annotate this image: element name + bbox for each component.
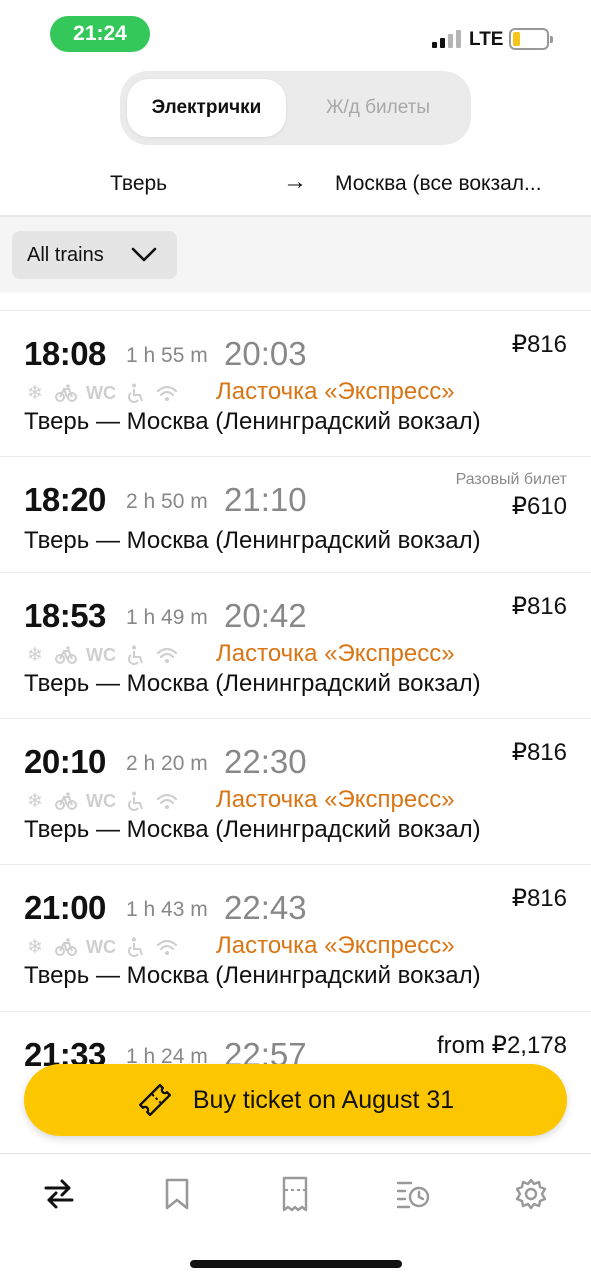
- history-icon: [396, 1181, 430, 1209]
- train-row[interactable]: 20:10 2 h 20 m 22:30 ₽816 ❄ WC Ласточка …: [0, 719, 591, 865]
- wifi-icon: [156, 936, 178, 958]
- toilet-icon: WC: [86, 382, 116, 403]
- amenities: ❄ WC: [24, 789, 187, 813]
- mode-segmented-control: Электрички Ж/д билеты: [120, 71, 471, 145]
- bicycle-icon: [55, 936, 77, 958]
- train-brand: Ласточка «Экспресс»: [216, 640, 455, 667]
- wheelchair-icon: [125, 936, 147, 958]
- wheelchair-icon: [125, 790, 147, 812]
- trip-duration: 1 h 43 m: [126, 898, 208, 921]
- ticket-price: ₽816: [511, 885, 567, 912]
- toilet-icon: WC: [86, 790, 116, 811]
- tab-history[interactable]: [393, 1174, 433, 1214]
- train-row[interactable]: 21:00 1 h 43 m 22:43 ₽816 ❄ WC Ласточка …: [0, 865, 591, 1012]
- train-route: Тверь — Москва (Ленинградский вокзал): [24, 408, 481, 435]
- bicycle-icon: [55, 644, 77, 666]
- status-bar: 21:24 LTE: [0, 0, 591, 64]
- ticket-price: ₽816: [511, 593, 567, 620]
- tab-bookmarks[interactable]: [157, 1174, 197, 1214]
- trip-duration: 2 h 50 m: [126, 490, 208, 513]
- trip-duration: 1 h 49 m: [126, 606, 208, 629]
- status-time: 21:24: [50, 16, 150, 52]
- buy-ticket-button[interactable]: Buy ticket on August 31: [24, 1064, 567, 1136]
- home-indicator: [190, 1260, 402, 1268]
- ticket-type-note: Разовый билет: [455, 471, 567, 488]
- swap-arrow-icon[interactable]: →: [283, 168, 307, 196]
- arrival-time: 20:42: [224, 597, 307, 634]
- departure-time: 18:20: [24, 481, 106, 518]
- train-route: Тверь — Москва (Ленинградский вокзал): [24, 670, 481, 697]
- settings-icon: [515, 1178, 547, 1210]
- toilet-icon: WC: [86, 936, 116, 957]
- arrival-time: 22:30: [224, 743, 307, 780]
- tab-railway-tickets[interactable]: Ж/д билеты: [292, 79, 464, 137]
- amenities: ❄ WC: [24, 381, 187, 405]
- arrival-time: 21:10: [224, 481, 307, 518]
- departure-time: 21:00: [24, 889, 106, 926]
- amenities: ❄ WC: [24, 935, 187, 959]
- ticket-price: ₽816: [511, 739, 567, 766]
- ticket-icon: [282, 1176, 308, 1212]
- train-row[interactable]: 18:53 1 h 49 m 20:42 ₽816 ❄ WC Ласточка …: [0, 573, 591, 719]
- arrival-time: 20:03: [224, 335, 307, 372]
- bicycle-icon: [55, 790, 77, 812]
- filter-bar: All trains: [0, 217, 591, 293]
- tab-suburban-trains[interactable]: Электрички: [127, 79, 286, 137]
- amenities: ❄ WC: [24, 643, 187, 667]
- routes-icon: [44, 1179, 74, 1209]
- bicycle-icon: [55, 382, 77, 404]
- trip-duration: 1 h 55 m: [126, 344, 208, 367]
- train-route: Тверь — Москва (Ленинградский вокзал): [24, 816, 481, 843]
- wheelchair-icon: [125, 644, 147, 666]
- departure-time: 18:53: [24, 597, 106, 634]
- snowflake-icon: ❄: [27, 644, 43, 666]
- chevron-down-icon: [131, 247, 157, 262]
- wifi-icon: [156, 382, 178, 404]
- snowflake-icon: ❄: [27, 382, 43, 404]
- battery-icon: [509, 28, 553, 50]
- train-row[interactable]: 18:20 2 h 50 m 21:10 Разовый билет ₽610 …: [0, 457, 591, 573]
- snowflake-icon: ❄: [27, 790, 43, 812]
- train-brand: Ласточка «Экспресс»: [216, 378, 455, 405]
- tab-settings[interactable]: [511, 1174, 551, 1214]
- departure-time: 18:08: [24, 335, 106, 372]
- wifi-icon: [156, 644, 178, 666]
- train-row[interactable]: 18:08 1 h 55 m 20:03 ₽816 ❄ WC Ласточка …: [0, 311, 591, 457]
- network-type: LTE: [469, 29, 504, 50]
- tab-routes[interactable]: [39, 1174, 79, 1214]
- wheelchair-icon: [125, 382, 147, 404]
- trip-duration: 2 h 20 m: [126, 752, 208, 775]
- toilet-icon: WC: [86, 644, 116, 665]
- origin-station[interactable]: Тверь: [110, 172, 167, 196]
- train-route: Тверь — Москва (Ленинградский вокзал): [24, 962, 481, 989]
- train-route: Тверь — Москва (Ленинградский вокзал): [24, 527, 481, 554]
- arrival-time: 22:43: [224, 889, 307, 926]
- bookmark-icon: [165, 1178, 189, 1210]
- wifi-icon: [156, 790, 178, 812]
- tab-tickets[interactable]: [275, 1174, 315, 1214]
- ticket-price: from ₽2,178: [437, 1032, 567, 1059]
- ticket-icon: [138, 1083, 171, 1117]
- destination-station[interactable]: Москва (все вокзал...: [335, 172, 542, 196]
- filter-label: All trains: [27, 243, 104, 266]
- ticket-price: ₽610: [511, 493, 567, 520]
- buy-ticket-label: Buy ticket on August 31: [192, 1085, 455, 1114]
- route-selector: Тверь → Москва (все вокзал...: [0, 160, 591, 208]
- snowflake-icon: ❄: [27, 936, 43, 958]
- ticket-price: ₽816: [511, 331, 567, 358]
- train-brand: Ласточка «Экспресс»: [216, 786, 455, 813]
- cell-signal-icon: [432, 30, 462, 48]
- departure-time: 20:10: [24, 743, 106, 780]
- train-brand: Ласточка «Экспресс»: [216, 932, 455, 959]
- train-filter-dropdown[interactable]: All trains: [12, 231, 177, 279]
